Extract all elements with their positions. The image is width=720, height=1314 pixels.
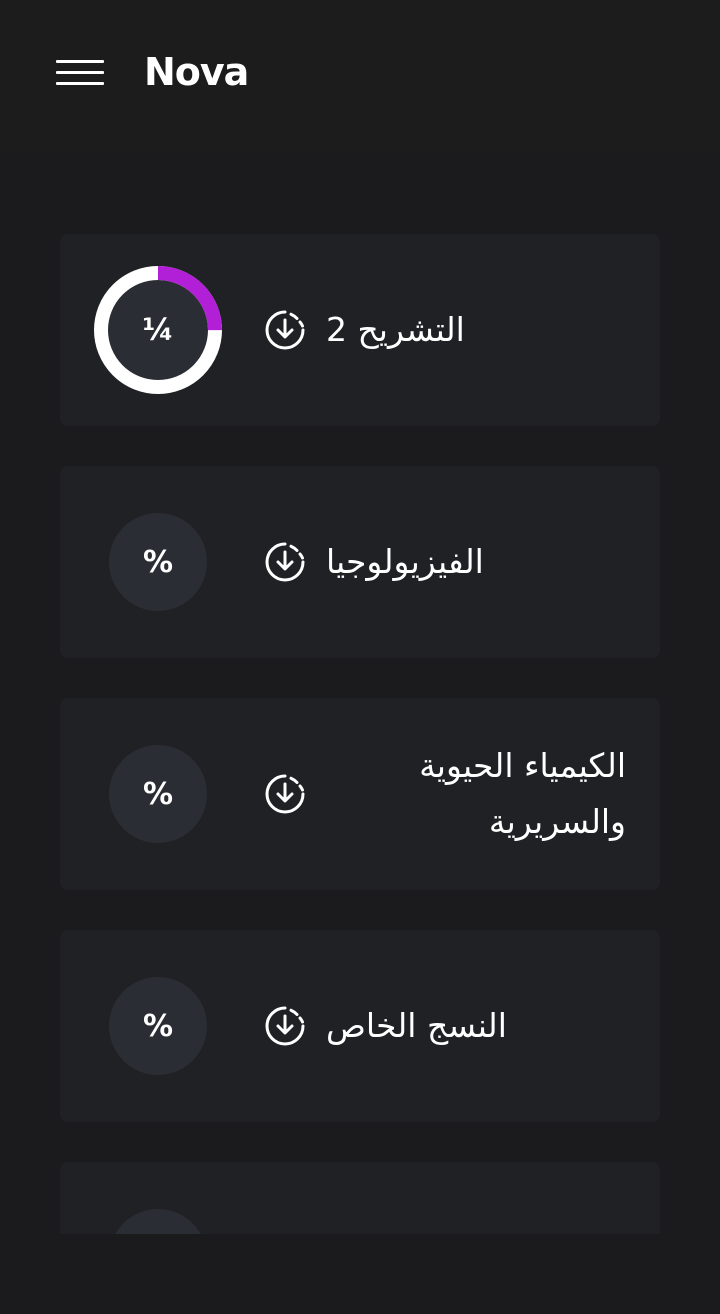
progress-label: % (142, 1008, 174, 1044)
progress-indicator: % (109, 977, 207, 1075)
bottom-area (0, 1234, 720, 1314)
course-title: النسج الخاص (326, 1006, 507, 1045)
app-bar: Nova (0, 0, 720, 152)
course-title: الفيزيولوجيا (326, 542, 484, 581)
course-title: الكيمياء الحيوية والسريرية (419, 746, 626, 841)
progress-indicator: % (109, 513, 207, 611)
menu-icon-line (56, 82, 104, 85)
course-card-physiology[interactable]: الفيزيولوجيا % (60, 466, 660, 658)
course-title: التشريح 2 (326, 310, 465, 349)
progress-label: % (142, 776, 174, 812)
app-title: Nova (144, 50, 249, 94)
progress-indicator: ¼ (93, 265, 223, 395)
progress-label: % (142, 544, 174, 580)
course-card-partial[interactable] (60, 1162, 660, 1234)
menu-icon-line (56, 60, 104, 63)
progress-label: ¼ (142, 312, 174, 348)
download-circle-icon[interactable] (264, 773, 306, 815)
course-title (326, 1162, 626, 1234)
menu-icon-line (56, 71, 104, 74)
course-card-histology[interactable]: النسج الخاص % (60, 930, 660, 1122)
download-circle-icon[interactable] (264, 1005, 306, 1047)
download-circle-icon[interactable] (264, 309, 306, 351)
progress-indicator (109, 1209, 207, 1234)
course-card-anatomy[interactable]: التشريح 2 ¼ (60, 234, 660, 426)
download-circle-icon[interactable] (264, 541, 306, 583)
course-card-biochemistry[interactable]: الكيمياء الحيوية والسريرية % (60, 698, 660, 890)
progress-indicator: % (109, 745, 207, 843)
course-list: التشريح 2 ¼ الفيزيولوجيا % الكيمياء الحي… (0, 152, 720, 1234)
menu-icon[interactable] (56, 58, 104, 90)
